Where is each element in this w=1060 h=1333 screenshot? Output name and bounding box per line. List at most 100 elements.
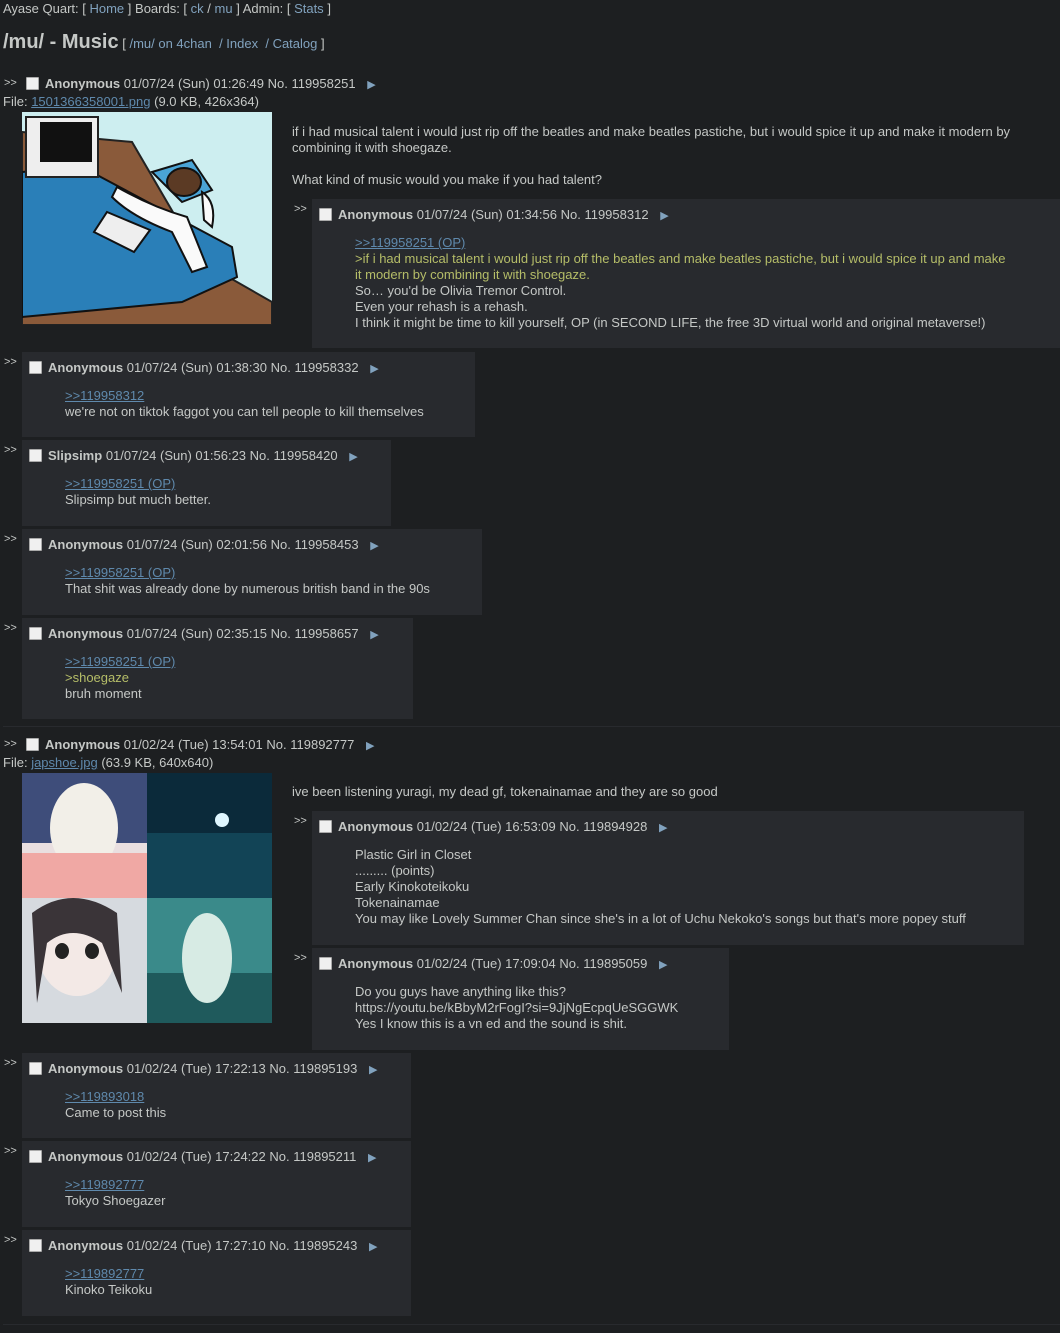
post-number[interactable]: No. 119892777 — [266, 737, 354, 752]
post-number[interactable]: No. 119895193 — [269, 1061, 357, 1076]
post-checkbox[interactable] — [319, 208, 332, 221]
post-menu-arrow-icon[interactable]: ▶ — [370, 540, 378, 552]
quote-link[interactable]: >>119893018 — [65, 1089, 166, 1105]
stats-link[interactable]: Stats — [294, 1, 324, 16]
post-number[interactable]: No. 119958251 — [268, 76, 356, 91]
file-meta: (63.9 KB, 640x640) — [101, 755, 214, 770]
post-arrows: >> — [4, 533, 17, 545]
reply-message: >>119892777 Tokyo Shoegazer — [65, 1177, 165, 1209]
site-name: Ayase Quart: [ — [3, 1, 86, 16]
home-link[interactable]: Home — [89, 1, 124, 16]
post-menu-arrow-icon[interactable]: ▶ — [370, 629, 378, 641]
quote-link[interactable]: >>119958251 (OP) — [65, 476, 211, 492]
post-number[interactable]: No. 119895211 — [269, 1149, 356, 1164]
post-datetime: 01/07/24 (Sun) 02:35:15 — [126, 626, 267, 641]
post-number[interactable]: No. 119958657 — [271, 626, 359, 641]
post-checkbox[interactable] — [319, 820, 332, 833]
post-number[interactable]: No. 119958332 — [271, 360, 359, 375]
reply-header: Anonymous 01/02/24 (Tue) 17:27:10 No. 11… — [29, 1238, 377, 1255]
post-text-line: Kinoko Teikoku — [65, 1282, 153, 1297]
reply-message: >>119958251 (OP) >shoegaze bruh moment — [65, 654, 175, 702]
post-checkbox[interactable] — [29, 1062, 42, 1075]
file-link[interactable]: 1501366358001.png — [31, 94, 150, 109]
post-text-line: combining it with shoegaze. — [292, 140, 452, 155]
post-menu-arrow-icon[interactable]: ▶ — [366, 740, 374, 752]
post-text-line: bruh moment — [65, 686, 142, 701]
quote-link[interactable]: >>119892777 — [65, 1266, 152, 1282]
post-checkbox[interactable] — [29, 361, 42, 374]
post-menu-arrow-icon[interactable]: ▶ — [368, 1152, 376, 1164]
post-arrows: >> — [4, 356, 17, 368]
post-menu-arrow-icon[interactable]: ▶ — [660, 210, 668, 222]
post-number[interactable]: No. 119894928 — [559, 819, 647, 834]
op-thumbnail[interactable] — [22, 773, 272, 1023]
board-separator: / — [207, 1, 211, 16]
reply-post: Anonymous 01/02/24 (Tue) 17:24:22 No. 11… — [22, 1141, 411, 1227]
quote-link[interactable]: >>119958312 — [65, 388, 424, 404]
post-arrows: >> — [4, 444, 17, 456]
post-number[interactable]: No. 119958420 — [250, 448, 338, 463]
post-datetime: 01/07/24 (Sun) 01:34:56 — [416, 207, 557, 222]
post-datetime: 01/02/24 (Tue) 17:22:13 — [126, 1061, 266, 1076]
post-arrows: >> — [4, 1057, 17, 1069]
reply-post: Anonymous 01/02/24 (Tue) 17:27:10 No. 11… — [22, 1230, 411, 1316]
quote-link[interactable]: >>119958251 (OP) — [65, 654, 175, 670]
post-arrows: >> — [4, 1145, 17, 1157]
op-thumbnail[interactable] — [22, 112, 272, 325]
post-checkbox[interactable] — [29, 627, 42, 640]
on-4chan-link[interactable]: /mu/ on 4chan — [129, 36, 211, 51]
op-post-header: Anonymous 01/02/24 (Tue) 13:54:01 No. 11… — [26, 737, 374, 754]
bracket-open: [ — [122, 36, 126, 51]
post-checkbox[interactable] — [29, 1239, 42, 1252]
index-link[interactable]: / Index — [219, 36, 258, 51]
quote-link[interactable]: >>119958251 (OP) — [355, 235, 1006, 251]
post-text-line: What kind of music would you make if you… — [292, 172, 602, 187]
post-arrows: >> — [4, 77, 17, 89]
board-link-ck[interactable]: ck — [191, 1, 204, 16]
post-text-line[interactable]: https://youtu.be/kBbyM2rFogI?si=9JjNgEcp… — [355, 1000, 678, 1016]
reply-post: Anonymous 01/02/24 (Tue) 16:53:09 No. 11… — [312, 811, 1024, 945]
reply-header: Anonymous 01/07/24 (Sun) 01:34:56 No. 11… — [319, 207, 669, 224]
post-checkbox[interactable] — [26, 77, 39, 90]
reply-post: Anonymous 01/07/24 (Sun) 02:01:56 No. 11… — [22, 529, 482, 615]
catalog-link[interactable]: / Catalog — [265, 36, 317, 51]
reply-post: Anonymous 01/07/24 (Sun) 01:34:56 No. 11… — [312, 199, 1060, 348]
reply-header: Anonymous 01/07/24 (Sun) 02:35:15 No. 11… — [29, 626, 379, 643]
post-number[interactable]: No. 119895243 — [269, 1238, 357, 1253]
post-menu-arrow-icon[interactable]: ▶ — [659, 959, 667, 971]
bracket-close: ] — [321, 36, 325, 51]
top-nav-bar: Ayase Quart: [ Home ] Boards: [ ck / mu … — [3, 1, 331, 17]
post-checkbox[interactable] — [29, 538, 42, 551]
op-post-body: if i had musical talent i would just rip… — [292, 124, 1052, 188]
post-number[interactable]: No. 119895059 — [559, 956, 647, 971]
post-menu-arrow-icon[interactable]: ▶ — [369, 1064, 377, 1076]
post-checkbox[interactable] — [319, 957, 332, 970]
quote-link[interactable]: >>119958251 (OP) — [65, 565, 430, 581]
reply-post: Slipsimp 01/07/24 (Sun) 01:56:23 No. 119… — [22, 440, 391, 526]
post-text-line: You may like Lovely Summer Chan since sh… — [355, 911, 966, 926]
post-checkbox[interactable] — [26, 738, 39, 751]
boards-label: ] Boards: [ — [127, 1, 188, 16]
post-menu-arrow-icon[interactable]: ▶ — [370, 363, 378, 375]
post-text-line: if i had musical talent i would just rip… — [292, 124, 1011, 139]
post-text-line: Yes I know this is a vn ed and the sound… — [355, 1016, 627, 1031]
op-post-body: ive been listening yuragi, my dead gf, t… — [292, 784, 1052, 800]
reply-post: Anonymous 01/02/24 (Tue) 17:09:04 No. 11… — [312, 948, 729, 1050]
post-number[interactable]: No. 119958453 — [271, 537, 359, 552]
post-menu-arrow-icon[interactable]: ▶ — [349, 451, 357, 463]
post-checkbox[interactable] — [29, 1150, 42, 1163]
poster-name: Slipsimp — [48, 448, 103, 463]
post-menu-arrow-icon[interactable]: ▶ — [367, 79, 375, 91]
file-link[interactable]: japshoe.jpg — [31, 755, 98, 770]
post-datetime: 01/02/24 (Tue) 17:27:10 — [126, 1238, 266, 1253]
post-menu-arrow-icon[interactable]: ▶ — [369, 1241, 377, 1253]
post-number[interactable]: No. 119958312 — [561, 207, 649, 222]
post-checkbox[interactable] — [29, 449, 42, 462]
post-arrows: >> — [4, 622, 17, 634]
board-link-mu[interactable]: mu — [215, 1, 233, 16]
quote-link[interactable]: >>119892777 — [65, 1177, 165, 1193]
post-menu-arrow-icon[interactable]: ▶ — [659, 822, 667, 834]
file-label: File: — [3, 94, 28, 109]
reply-header: Anonymous 01/02/24 (Tue) 17:24:22 No. 11… — [29, 1149, 376, 1166]
post-text-line: That shit was already done by numerous b… — [65, 581, 430, 596]
